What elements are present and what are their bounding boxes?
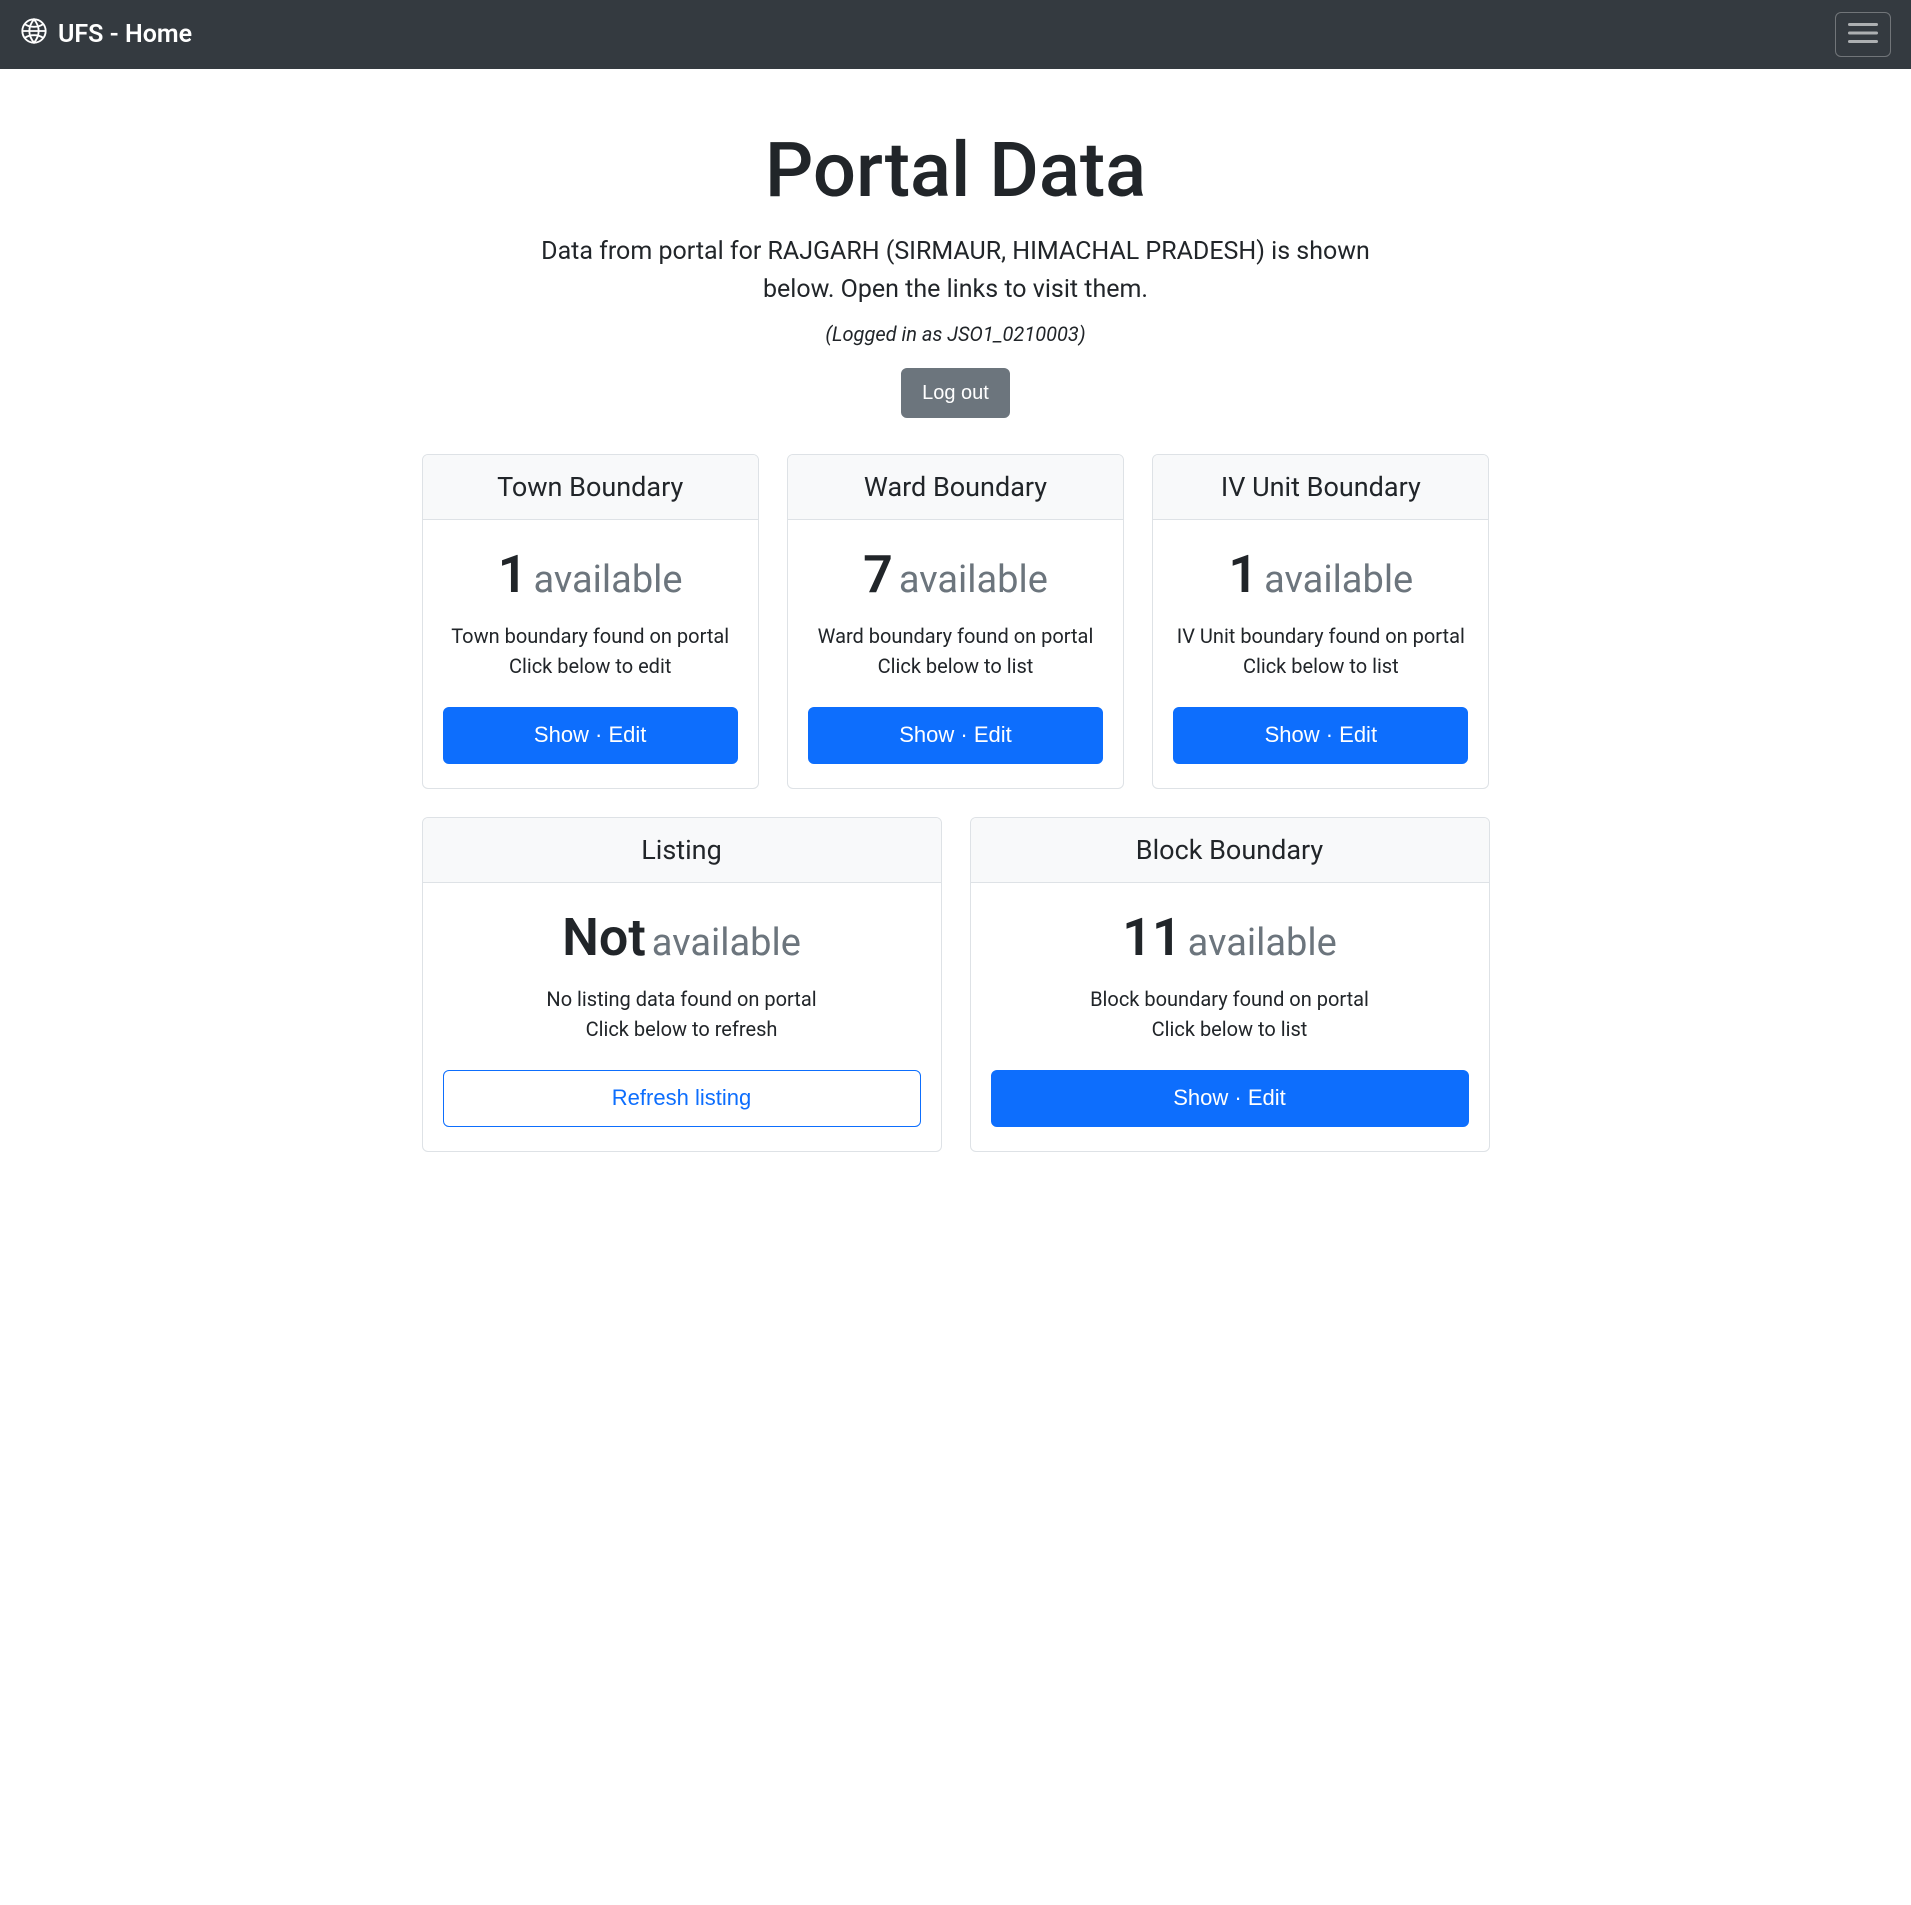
show-edit-button[interactable]: Show · Edit — [443, 707, 738, 764]
globe-icon — [20, 17, 48, 52]
logout-button[interactable]: Log out — [901, 368, 1010, 418]
navbar-brand-text: UFS - Home — [58, 20, 192, 49]
card-body: 7available Ward boundary found on portal… — [788, 520, 1123, 788]
cards-row-1: Town Boundary 1available Town boundary f… — [422, 454, 1490, 789]
page-title: Portal Data — [422, 125, 1490, 215]
card-description: Block boundary found on portal Click bel… — [991, 984, 1469, 1044]
card-header: Ward Boundary — [788, 455, 1123, 520]
card-listing: Listing Notavailable No listing data fou… — [422, 817, 942, 1152]
count-suffix: available — [652, 921, 801, 965]
desc-line-1: Block boundary found on portal — [1090, 987, 1369, 1011]
count-line: 11available — [991, 907, 1469, 968]
logged-in-status: (Logged in as JSO1_0210003) — [422, 322, 1490, 346]
navbar-toggle-button[interactable] — [1835, 12, 1891, 57]
count-value: 7 — [863, 544, 893, 605]
card-description: IV Unit boundary found on portal Click b… — [1173, 621, 1468, 681]
count-suffix: available — [899, 558, 1048, 602]
card-header: IV Unit Boundary — [1153, 455, 1488, 520]
card-block-boundary: Block Boundary 11available Block boundar… — [970, 817, 1490, 1152]
card-town-boundary: Town Boundary 1available Town boundary f… — [422, 454, 759, 789]
desc-line-1: IV Unit boundary found on portal — [1177, 624, 1465, 648]
desc-line-2: Click below to list — [1243, 654, 1399, 678]
card-iv-unit-boundary: IV Unit Boundary 1available IV Unit boun… — [1152, 454, 1489, 789]
card-header: Listing — [423, 818, 941, 883]
card-ward-boundary: Ward Boundary 7available Ward boundary f… — [787, 454, 1124, 789]
card-description: Town boundary found on portal Click belo… — [443, 621, 738, 681]
count-value: Not — [562, 907, 646, 968]
desc-line-2: Click below to list — [1152, 1017, 1308, 1041]
hamburger-icon — [1848, 21, 1878, 48]
card-description: Ward boundary found on portal Click belo… — [808, 621, 1103, 681]
card-body: Notavailable No listing data found on po… — [423, 883, 941, 1151]
count-value: 1 — [498, 544, 528, 605]
show-edit-button[interactable]: Show · Edit — [808, 707, 1103, 764]
card-header: Town Boundary — [423, 455, 758, 520]
navbar: UFS - Home — [0, 0, 1911, 69]
refresh-listing-button[interactable]: Refresh listing — [443, 1070, 921, 1127]
card-body: 11available Block boundary found on port… — [971, 883, 1489, 1151]
show-edit-button[interactable]: Show · Edit — [1173, 707, 1468, 764]
card-body: 1available Town boundary found on portal… — [423, 520, 758, 788]
cards-row-2: Listing Notavailable No listing data fou… — [422, 817, 1490, 1152]
page-lead: Data from portal for RAJGARH (SIRMAUR, H… — [526, 233, 1386, 308]
count-suffix: available — [1264, 558, 1413, 602]
navbar-brand[interactable]: UFS - Home — [20, 17, 192, 52]
count-line: Notavailable — [443, 907, 921, 968]
count-value: 11 — [1122, 907, 1181, 968]
card-description: No listing data found on portal Click be… — [443, 984, 921, 1044]
desc-line-2: Click below to list — [878, 654, 1034, 678]
desc-line-1: No listing data found on portal — [546, 987, 816, 1011]
count-suffix: available — [1188, 921, 1337, 965]
count-suffix: available — [533, 558, 682, 602]
card-body: 1available IV Unit boundary found on por… — [1153, 520, 1488, 788]
desc-line-1: Town boundary found on portal — [451, 624, 729, 648]
card-header: Block Boundary — [971, 818, 1489, 883]
desc-line-2: Click below to edit — [509, 654, 671, 678]
count-value: 1 — [1228, 544, 1258, 605]
show-edit-button[interactable]: Show · Edit — [991, 1070, 1469, 1127]
count-line: 1available — [1173, 544, 1468, 605]
hero: Portal Data Data from portal for RAJGARH… — [422, 69, 1490, 454]
count-line: 7available — [808, 544, 1103, 605]
desc-line-1: Ward boundary found on portal — [818, 624, 1094, 648]
desc-line-2: Click below to refresh — [586, 1017, 778, 1041]
count-line: 1available — [443, 544, 738, 605]
